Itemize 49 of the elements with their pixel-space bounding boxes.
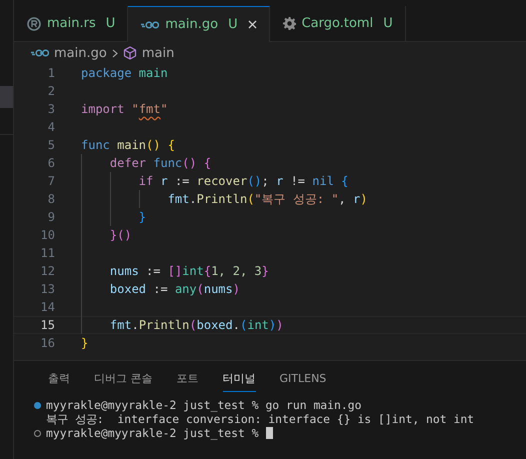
breadcrumb-item[interactable]: main <box>142 46 174 60</box>
code-line: fmt.Println("복구 성공: ", r) <box>81 190 368 208</box>
code-line: func main() { <box>81 137 175 154</box>
close-icon[interactable] <box>248 20 257 29</box>
gear-icon <box>282 17 296 30</box>
line-number: 10 <box>40 228 56 242</box>
line-number: 12 <box>40 264 56 278</box>
chevron-icon <box>112 48 118 58</box>
go-logo-icon <box>141 20 160 28</box>
cube-icon <box>122 46 137 60</box>
line-number: 5 <box>46 138 56 152</box>
go-logo-icon <box>31 49 49 57</box>
code-line: import "fmt" <box>81 101 168 118</box>
code-line: if r := recover(); r != nil { <box>81 172 348 190</box>
code-line: } <box>81 208 146 226</box>
status-dot <box>34 402 41 408</box>
line-number: 14 <box>40 300 56 314</box>
panel-tab[interactable]: 출력 <box>48 364 70 392</box>
code-line: }() <box>81 226 132 244</box>
line-number: 8 <box>46 192 56 206</box>
code-line: boxed := any(nums) <box>81 280 240 298</box>
line-number: 9 <box>46 210 56 224</box>
line-number: 6 <box>46 156 56 170</box>
line-number: 1 <box>46 66 56 80</box>
terminal-line: myyrakle@myyrakle-2 just_test % go run main.go <box>46 398 362 412</box>
line-number: 15 <box>40 318 56 332</box>
panel-tab[interactable]: 터미널 <box>222 364 256 392</box>
line-number: 11 <box>40 246 56 260</box>
code-line: nums := []int{1, 2, 3} <box>81 262 269 280</box>
line-number: 16 <box>40 336 56 350</box>
code-line: defer func() { <box>81 154 212 172</box>
line-number: 3 <box>46 102 56 116</box>
terminal-line: 복구 성공: interface conversion: interface {} is []int, not int <box>46 412 474 426</box>
breadcrumb-item[interactable]: main.go <box>54 46 107 60</box>
editor-tab[interactable]: main.go U <box>128 6 270 42</box>
panel-tab[interactable]: 포트 <box>176 364 198 392</box>
line-number: 7 <box>46 174 56 188</box>
line-number: 2 <box>46 84 56 98</box>
status-dot <box>34 430 41 436</box>
panel-tab[interactable]: 디버그 콘솔 <box>94 364 152 392</box>
ring-icon <box>27 16 41 30</box>
code-line: } <box>81 335 88 352</box>
line-number: 4 <box>46 120 56 134</box>
code-line: package main <box>81 65 168 82</box>
code-line: fmt.Println(boxed.(int)) <box>81 316 284 334</box>
terminal-line: myyrakle@myyrakle-2 just_test % <box>46 426 259 440</box>
terminal-cursor <box>266 427 273 439</box>
line-number: 13 <box>40 282 56 296</box>
panel-tab[interactable]: GITLENS <box>280 366 326 390</box>
